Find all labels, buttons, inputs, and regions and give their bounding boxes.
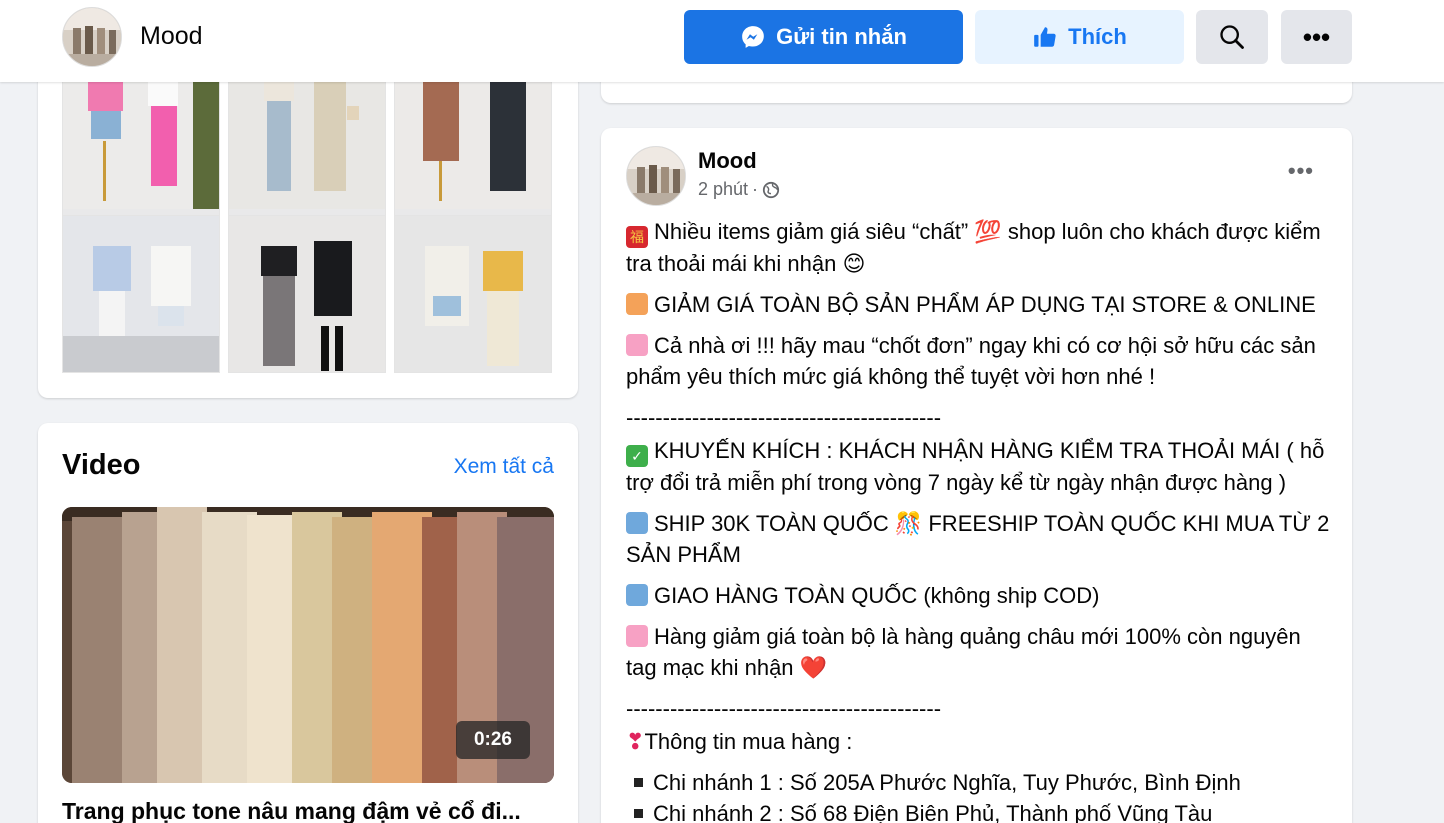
list-item: Chi nhánh 2 : Số 68 Điện Biên Phủ, Thành… — [626, 798, 1331, 823]
photo-thumbnail[interactable] — [228, 215, 386, 373]
post-text-line: Cả nhà ơi !!! hãy mau “chốt đơn” ngay kh… — [626, 333, 1316, 389]
photo-thumbnail[interactable] — [62, 60, 220, 218]
post-text-line: GIẢM GIÁ TOÀN BỘ SẢN PHẨM ÁP DỤNG TẠI ST… — [654, 292, 1316, 317]
page-avatar[interactable] — [62, 7, 122, 67]
video-card: Video Xem tất cả 0:26 Trang phục tone nâ… — [38, 423, 578, 823]
post-text-line: SHIP 30K TOÀN QUỐC 🎊 FREESHIP TOÀN QUỐC … — [626, 511, 1330, 567]
post-text-line: Chi nhánh 1 : Số 205A Phước Nghĩa, Tuy P… — [653, 770, 1241, 795]
photo-thumbnail[interactable] — [394, 215, 552, 373]
post-text-line: KHUYẾN KHÍCH : KHÁCH NHẬN HÀNG KIỂM TRA … — [626, 438, 1325, 495]
list-item: Chi nhánh 1 : Số 205A Phước Nghĩa, Tuy P… — [626, 767, 1331, 798]
post-options-button[interactable]: ••• — [1288, 158, 1314, 184]
exclamation-icon: ❣ — [626, 729, 645, 754]
post-line: SHIP 30K TOÀN QUỐC 🎊 FREESHIP TOÀN QUỐC … — [626, 508, 1331, 570]
post-card: Mood 2 phút · ••• 福 Nhiều items giảm giá … — [601, 128, 1352, 823]
post-text: 福 Nhiều items giảm giá siêu “chất” 💯 shop… — [626, 216, 1331, 823]
heart-letter-icon — [626, 625, 648, 647]
more-options-button[interactable]: ••• — [1281, 10, 1352, 64]
globe-icon[interactable] — [762, 181, 780, 199]
truck-icon — [626, 512, 648, 534]
post-divider: ----------------------------------------… — [626, 696, 942, 721]
video-thumbnail[interactable]: 0:26 — [62, 507, 554, 783]
post-line: GIAO HÀNG TOÀN QUỐC (không ship COD) — [626, 580, 1331, 611]
heart-letter-icon — [626, 334, 648, 356]
messenger-icon — [742, 26, 764, 48]
page-title[interactable]: Mood — [140, 22, 203, 51]
post-line: Cả nhà ơi !!! hãy mau “chốt đơn” ngay kh… — [626, 330, 1331, 392]
post-line: GIẢM GIÁ TOÀN BỘ SẢN PHẨM ÁP DỤNG TẠI ST… — [626, 289, 1331, 320]
post-author-avatar[interactable] — [626, 146, 686, 206]
photos-card — [38, 60, 578, 398]
see-all-videos-link[interactable]: Xem tất cả — [454, 455, 554, 479]
video-section-title: Video — [62, 449, 141, 481]
like-label: Thích — [1068, 24, 1127, 49]
post-text-line: Hàng giảm giá toàn bộ là hàng quảng châu… — [626, 624, 1301, 680]
photo-thumbnail[interactable] — [62, 215, 220, 373]
store-photo — [63, 8, 121, 66]
black-square-icon — [634, 778, 643, 788]
gift-icon — [626, 293, 648, 315]
photo-thumbnail[interactable] — [394, 60, 552, 218]
post-line: 福 Nhiều items giảm giá siêu “chất” 💯 shop… — [626, 216, 1331, 279]
red-envelope-icon: 福 — [626, 226, 648, 248]
store-photo — [627, 147, 685, 205]
post-line: ✓ KHUYẾN KHÍCH : KHÁCH NHẬN HÀNG KIỂM TRA… — [626, 435, 1331, 498]
truck-icon — [626, 584, 648, 606]
video-caption[interactable]: Trang phục tone nâu mang đậm vẻ cổ đi... — [62, 798, 554, 823]
post-timestamp[interactable]: 2 phút — [698, 179, 748, 200]
post-author-name[interactable]: Mood — [698, 148, 757, 174]
post-text-line: GIAO HÀNG TOÀN QUỐC (không ship COD) — [654, 583, 1100, 608]
black-square-icon — [634, 809, 643, 819]
thumbs-up-icon — [1034, 27, 1056, 47]
post-text-line: Chi nhánh 2 : Số 68 Điện Biên Phủ, Thành… — [653, 801, 1213, 823]
post-divider: ----------------------------------------… — [626, 405, 942, 430]
post-text-line: Thông tin mua hàng : — [644, 729, 853, 754]
meta-separator: · — [752, 179, 759, 199]
photo-thumbnail[interactable] — [228, 60, 386, 218]
search-button[interactable] — [1196, 10, 1268, 64]
send-message-label: Gửi tin nhắn — [776, 24, 907, 49]
send-message-button[interactable]: Gửi tin nhắn — [684, 10, 963, 64]
post-meta: 2 phút · — [698, 179, 780, 200]
check-mark-icon: ✓ — [626, 445, 648, 467]
post-line: Hàng giảm giá toàn bộ là hàng quảng châu… — [626, 621, 1331, 683]
like-page-button[interactable]: Thích — [975, 10, 1184, 64]
video-duration-badge: 0:26 — [455, 721, 530, 759]
search-icon — [1220, 25, 1244, 49]
post-line: ❣Thông tin mua hàng : — [626, 726, 1331, 757]
page-header: Mood Gửi tin nhắn Thích ••• — [0, 0, 1444, 82]
more-dots-icon: ••• — [1302, 21, 1331, 52]
post-text-line: Nhiều items giảm giá siêu “chất” 💯 shop … — [626, 219, 1321, 276]
